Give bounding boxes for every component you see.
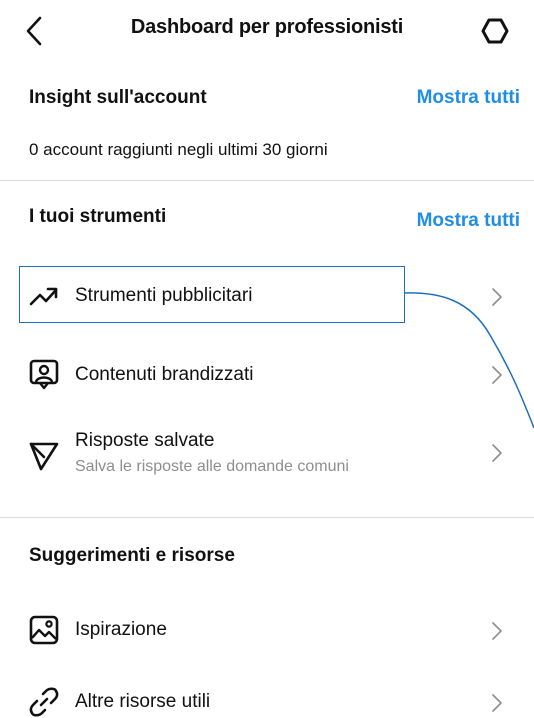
- chevron-right-icon: [492, 366, 502, 384]
- image-icon: [29, 615, 59, 645]
- send-icon: [29, 442, 59, 471]
- top-bar: Dashboard per professionisti: [0, 0, 534, 62]
- tool-item-branded-content[interactable]: Contenuti brandizzati: [0, 346, 534, 406]
- resource-item-other-resources[interactable]: Altre risorse utili: [0, 672, 534, 718]
- branded-content-icon: [29, 359, 59, 390]
- insights-heading: Insight sull'account: [29, 87, 207, 108]
- insights-summary: 0 account raggiunti negli ultimi 30 gior…: [29, 140, 328, 159]
- resource-item-inspiration[interactable]: Ispirazione: [0, 600, 534, 660]
- chevron-right-icon: [492, 622, 502, 640]
- tools-show-all-link[interactable]: Mostra tutti: [417, 210, 520, 232]
- divider: [0, 180, 534, 181]
- page-title: Dashboard per professionisti: [130, 16, 404, 38]
- resource-item-label: Ispirazione: [75, 619, 167, 640]
- tool-item-ad-tools[interactable]: Strumenti pubblicitari: [0, 266, 534, 326]
- resources-heading: Suggerimenti e risorse: [29, 545, 235, 566]
- trending-up-icon: [29, 287, 58, 306]
- insights-show-all-link[interactable]: Mostra tutti: [417, 87, 520, 109]
- settings-button[interactable]: [480, 16, 510, 46]
- tool-item-sublabel: Salva le risposte alle domande comuni: [75, 458, 349, 475]
- chevron-right-icon: [492, 444, 502, 462]
- tool-item-label: Strumenti pubblicitari: [75, 285, 253, 306]
- tool-item-saved-replies[interactable]: Risposte salvate Salva le risposte alle …: [0, 420, 534, 500]
- tools-heading: I tuoi strumenti: [29, 206, 167, 227]
- settings-icon: [481, 18, 509, 44]
- link-icon: [29, 687, 59, 717]
- divider: [0, 517, 534, 518]
- resource-item-label: Altre risorse utili: [75, 691, 211, 712]
- tool-item-label: Risposte salvate: [75, 430, 215, 451]
- chevron-right-icon: [492, 288, 502, 306]
- tool-item-label: Contenuti brandizzati: [75, 364, 254, 385]
- chevron-right-icon: [492, 694, 502, 712]
